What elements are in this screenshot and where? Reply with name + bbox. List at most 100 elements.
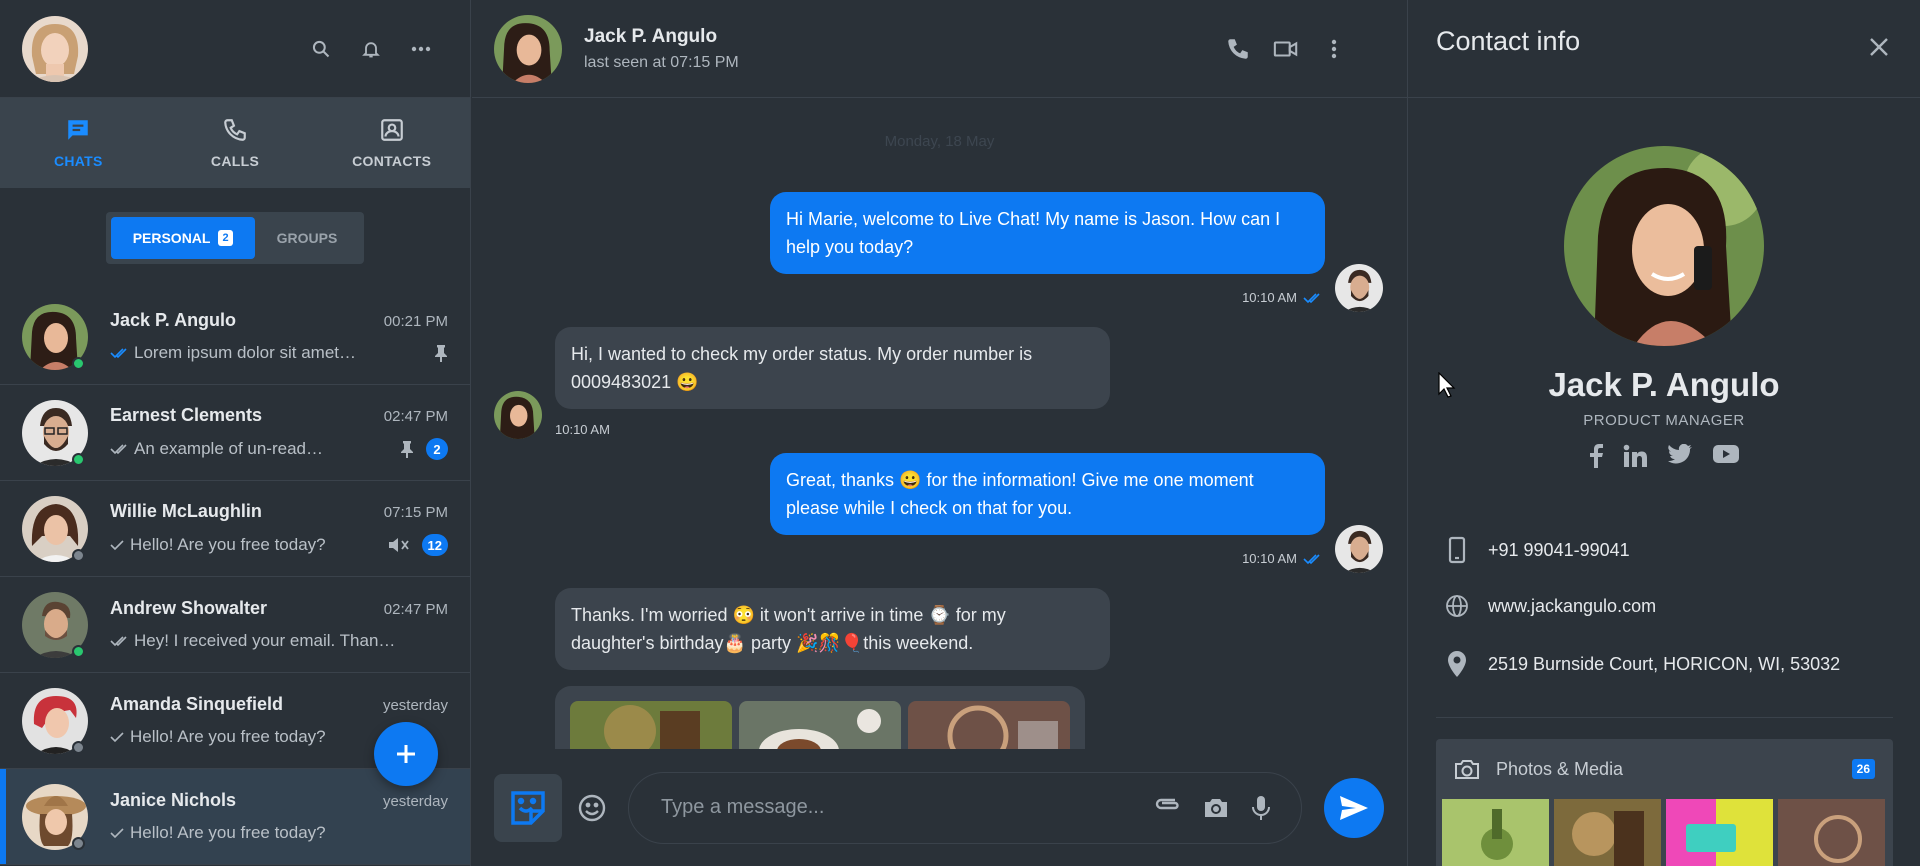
image-attachment[interactable] xyxy=(739,701,901,749)
check-icon xyxy=(110,731,124,743)
unread-count-badge: 2 xyxy=(426,438,448,460)
groups-label: GROUPS xyxy=(276,230,338,246)
groups-segment[interactable]: GROUPS xyxy=(255,217,360,259)
image-attachment[interactable] xyxy=(908,701,1070,749)
linkedin-icon[interactable] xyxy=(1623,444,1647,468)
double-check-icon xyxy=(1303,292,1321,304)
message-time: 02:47 PM xyxy=(383,408,448,425)
microphone-icon[interactable] xyxy=(1251,795,1271,821)
chat-list-item[interactable]: Jack P. Angulo 00:21 PM Lorem ipsum dolo… xyxy=(0,289,470,385)
tab-chats[interactable]: CHATS xyxy=(0,98,157,188)
more-vertical-icon[interactable] xyxy=(1321,36,1347,62)
contact-name: Amanda Sinquefield xyxy=(110,694,284,714)
mute-icon xyxy=(388,536,410,554)
conversation-contact-name[interactable]: Jack P. Angulo xyxy=(584,26,739,48)
check-icon xyxy=(110,827,124,839)
phone-icon xyxy=(222,117,248,143)
tab-contacts[interactable]: CONTACTS xyxy=(313,98,470,188)
chat-filter: PERSONAL 2 GROUPS xyxy=(0,188,470,288)
contact-name: Janice Nichols xyxy=(110,790,237,810)
double-check-icon xyxy=(110,443,128,455)
chat-list-item[interactable]: Willie McLaughlin 07:15 PM Hello! Are yo… xyxy=(0,481,470,577)
incoming-message[interactable]: Thanks. I'm worried 😳 it won't arrive in… xyxy=(555,588,1110,670)
location-pin-icon xyxy=(1444,651,1470,677)
video-call-icon[interactable] xyxy=(1273,36,1299,62)
contact-name: Andrew Showalter xyxy=(110,598,268,618)
facebook-icon[interactable] xyxy=(1589,444,1603,468)
search-icon[interactable] xyxy=(308,36,334,62)
media-thumbnail[interactable] xyxy=(1666,799,1773,866)
youtube-icon[interactable] xyxy=(1713,444,1739,468)
offline-status-dot xyxy=(72,549,85,562)
media-thumbnail[interactable] xyxy=(1442,799,1549,866)
new-chat-button[interactable] xyxy=(374,722,438,786)
personal-label: PERSONAL xyxy=(132,230,211,246)
double-check-icon xyxy=(110,347,128,359)
outgoing-message[interactable]: Great, thanks 😀 for the information! Giv… xyxy=(770,453,1325,535)
main-nav: CHATS CALLS CONTACTS xyxy=(0,98,470,188)
message-time: 07:15 PM xyxy=(383,504,448,521)
outgoing-message[interactable]: Hi Marie, welcome to Live Chat! My name … xyxy=(770,192,1325,274)
sender-avatar xyxy=(1335,525,1383,573)
last-message: Hello! Are you free today? xyxy=(130,535,326,554)
last-message: Hey! I received your email. Than… xyxy=(134,631,396,650)
last-seen-status: last seen at 07:15 PM xyxy=(584,53,739,71)
contact-name: Willie McLaughlin xyxy=(110,501,262,521)
timestamp-text: 10:10 AM xyxy=(1242,290,1297,305)
send-button[interactable] xyxy=(1324,777,1384,838)
tab-calls[interactable]: CALLS xyxy=(157,98,314,188)
message-timestamp: 10:10 AM xyxy=(555,422,610,437)
media-thumbnail[interactable] xyxy=(1554,799,1661,866)
chat-list-item[interactable]: Andrew Showalter 02:47 PM Hey! I receive… xyxy=(0,577,470,673)
sticker-icon xyxy=(508,788,548,828)
message-input[interactable] xyxy=(661,796,1153,819)
personal-segment[interactable]: PERSONAL 2 xyxy=(110,217,255,259)
close-icon[interactable] xyxy=(1866,34,1892,60)
profile-photo[interactable] xyxy=(1564,146,1764,346)
offline-status-dot xyxy=(72,741,85,754)
twitter-icon[interactable] xyxy=(1667,444,1693,468)
attachment-icon[interactable] xyxy=(1153,795,1181,821)
my-avatar[interactable] xyxy=(22,15,88,82)
message-time: yesterday xyxy=(382,697,448,714)
contact-role: PRODUCT MANAGER xyxy=(1583,412,1745,429)
image-attachment[interactable] xyxy=(570,701,732,749)
segmented-control: PERSONAL 2 GROUPS xyxy=(105,212,365,264)
online-status-dot xyxy=(72,453,85,466)
message-timestamp: 10:10 AM xyxy=(1242,290,1321,305)
chat-icon xyxy=(64,117,92,143)
last-message: Lorem ipsum dolor sit amet… xyxy=(134,343,357,362)
sticker-button[interactable] xyxy=(494,773,562,842)
contact-name: Jack P. Angulo xyxy=(110,310,237,330)
social-links xyxy=(1408,444,1920,468)
conversation-panel: Jack P. Angulo last seen at 07:15 PM Mon… xyxy=(472,0,1407,866)
message-time: 00:21 PM xyxy=(383,313,448,330)
phone-number[interactable]: +91 99041-99041 xyxy=(1488,540,1630,561)
website-link[interactable]: www.jackangulo.com xyxy=(1488,596,1656,617)
image-attachments xyxy=(555,686,1085,749)
more-horizontal-icon[interactable] xyxy=(408,36,434,62)
sender-avatar xyxy=(1335,264,1383,312)
conversation-header: Jack P. Angulo last seen at 07:15 PM xyxy=(472,0,1407,98)
double-check-icon xyxy=(110,635,128,647)
mobile-phone-icon xyxy=(1444,536,1470,564)
camera-icon[interactable] xyxy=(1203,795,1229,821)
contact-info-panel: Contact info Jack P. Angulo PRODUCT MANA… xyxy=(1407,0,1920,866)
incoming-message[interactable]: Hi, I wanted to check my order status. M… xyxy=(555,327,1110,409)
media-thumbnail[interactable] xyxy=(1778,799,1885,866)
contact-full-name: Jack P. Angulo xyxy=(1548,366,1780,403)
contact-avatar[interactable] xyxy=(494,14,562,83)
offline-status-dot xyxy=(72,837,85,850)
personal-count-badge: 2 xyxy=(218,230,233,246)
emoji-icon[interactable] xyxy=(576,792,608,824)
photos-media-section[interactable]: Photos & Media 26 xyxy=(1436,739,1893,866)
last-message: An example of un-read… xyxy=(134,439,323,458)
message-time: yesterday xyxy=(382,793,448,810)
contacts-icon xyxy=(379,117,405,143)
contact-message-avatar xyxy=(494,391,542,439)
timestamp-text: 10:10 AM xyxy=(1242,551,1297,566)
voice-call-icon[interactable] xyxy=(1225,36,1251,62)
bell-icon[interactable] xyxy=(358,36,384,62)
chat-list-item[interactable]: Earnest Clements 02:47 PM An example of … xyxy=(0,385,470,481)
message-time: 02:47 PM xyxy=(383,601,448,618)
